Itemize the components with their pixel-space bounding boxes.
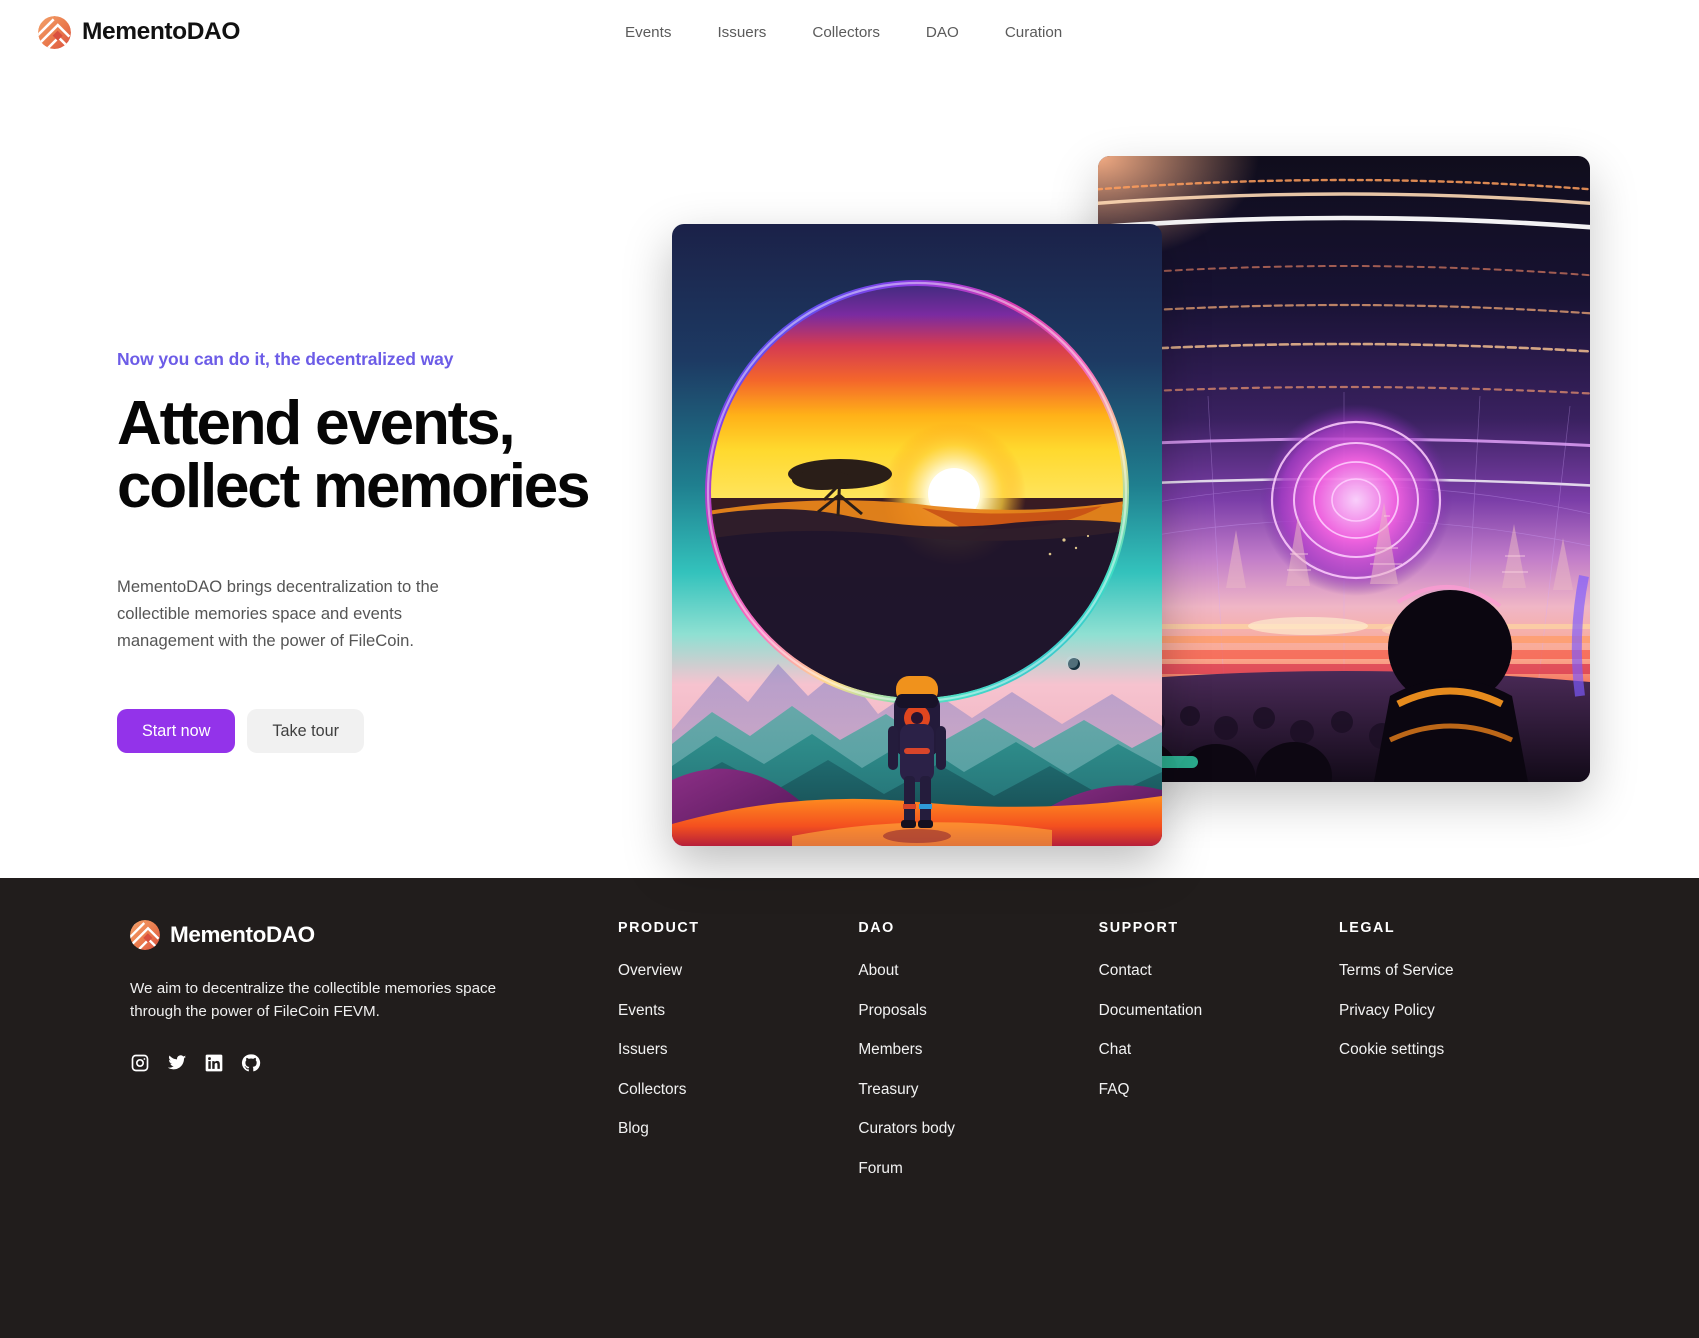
- top-navbar: MementoDAO Events Issuers Collectors DAO…: [0, 0, 1699, 64]
- footer-link-collectors[interactable]: Collectors: [618, 1081, 858, 1099]
- mementodao-chevron-logo-icon: [38, 15, 71, 49]
- site-footer: MementoDAO We aim to decentralize the co…: [0, 878, 1699, 1338]
- twitter-icon[interactable]: [167, 1053, 187, 1073]
- hero-section: Now you can do it, the decentralized way…: [0, 64, 1699, 878]
- footer-column-title: LEGAL: [1338, 920, 1396, 936]
- linkedin-icon[interactable]: [204, 1053, 224, 1073]
- social-links: [130, 1053, 600, 1073]
- nav-link-issuers[interactable]: Issuers: [694, 24, 789, 41]
- nav-link-collectors[interactable]: Collectors: [789, 24, 903, 41]
- hero-copy-block: Now you can do it, the decentralized way…: [117, 349, 637, 754]
- page-title: Attend events, collect memories: [117, 392, 637, 518]
- start-now-button[interactable]: Start now: [117, 709, 236, 754]
- footer-column-dao: DAO About Proposals Members Treasury Cur…: [858, 920, 1098, 1199]
- footer-link-faq[interactable]: FAQ: [1099, 1081, 1339, 1099]
- footer-brand-column: MementoDAO We aim to decentralize the co…: [130, 920, 600, 1199]
- footer-link-privacy-policy[interactable]: Privacy Policy: [1339, 1002, 1569, 1020]
- footer-link-contact[interactable]: Contact: [1099, 962, 1339, 980]
- hero-subcopy: MementoDAO brings decentralization to th…: [117, 577, 439, 651]
- hero-image-astronaut-planet[interactable]: [672, 224, 1162, 846]
- mementodao-chevron-logo-icon: [130, 920, 160, 950]
- hero-image-neon-arena-crowd[interactable]: [1098, 156, 1590, 782]
- nav-link-events[interactable]: Events: [625, 24, 694, 41]
- footer-column-title: SUPPORT: [1098, 920, 1179, 936]
- hero-cta-row: Start now Take tour: [117, 709, 637, 754]
- brand-logo[interactable]: MementoDAO: [38, 15, 240, 49]
- instagram-icon[interactable]: [130, 1053, 150, 1073]
- take-tour-button[interactable]: Take tour: [247, 709, 364, 754]
- hero-eyebrow: Now you can do it, the decentralized way: [117, 349, 454, 369]
- footer-link-terms-of-service[interactable]: Terms of Service: [1339, 962, 1569, 980]
- nav-link-dao[interactable]: DAO: [903, 24, 982, 41]
- footer-column-legal: LEGAL Terms of Service Privacy Policy Co…: [1339, 920, 1569, 1199]
- headline-line-2: collect memories: [117, 452, 591, 522]
- footer-link-overview[interactable]: Overview: [618, 962, 858, 980]
- headline-line-1: Attend events,: [117, 389, 516, 458]
- footer-columns-wrapper: MementoDAO We aim to decentralize the co…: [130, 920, 1569, 1199]
- footer-column-title: DAO: [858, 920, 895, 936]
- footer-link-documentation[interactable]: Documentation: [1099, 1002, 1339, 1020]
- footer-link-chat[interactable]: Chat: [1099, 1041, 1339, 1059]
- brand-name: MementoDAO: [82, 18, 240, 45]
- footer-column-title: PRODUCT: [618, 920, 700, 936]
- footer-column-product: PRODUCT Overview Events Issuers Collecto…: [618, 920, 858, 1199]
- footer-brand-name: MementoDAO: [170, 922, 315, 947]
- footer-link-issuers[interactable]: Issuers: [618, 1041, 858, 1059]
- footer-link-curators-body[interactable]: Curators body: [858, 1120, 1098, 1138]
- footer-link-blog[interactable]: Blog: [618, 1120, 858, 1138]
- footer-tagline: We aim to decentralize the collectible m…: [130, 980, 497, 1020]
- primary-nav: Events Issuers Collectors DAO Curation: [625, 0, 1085, 64]
- footer-column-support: SUPPORT Contact Documentation Chat FAQ: [1099, 920, 1339, 1199]
- github-icon[interactable]: [241, 1053, 261, 1073]
- footer-link-members[interactable]: Members: [858, 1041, 1098, 1059]
- nav-link-curation[interactable]: Curation: [982, 24, 1085, 41]
- footer-link-about[interactable]: About: [858, 962, 1098, 980]
- footer-link-cookie-settings[interactable]: Cookie settings: [1339, 1041, 1569, 1059]
- footer-link-treasury[interactable]: Treasury: [858, 1081, 1098, 1099]
- footer-link-forum[interactable]: Forum: [858, 1160, 1098, 1178]
- footer-link-proposals[interactable]: Proposals: [858, 1002, 1098, 1020]
- footer-brand-logo[interactable]: MementoDAO: [130, 920, 600, 950]
- footer-link-events[interactable]: Events: [618, 1002, 858, 1020]
- footer-link-columns: PRODUCT Overview Events Issuers Collecto…: [600, 920, 1569, 1199]
